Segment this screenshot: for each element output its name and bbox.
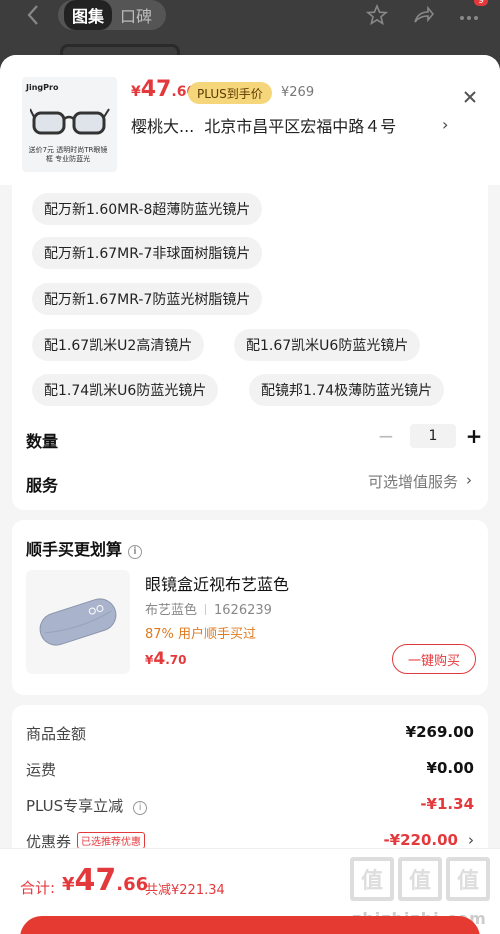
service-arrow-icon[interactable]: › <box>466 471 472 489</box>
addon-name[interactable]: 眼镜盒近视布艺蓝色 <box>145 571 289 595</box>
more-icon[interactable]: 9 <box>456 0 488 28</box>
plus-discount-label: PLUS专享立减 <box>26 797 124 815</box>
tab-segment: 图集 口碑 <box>58 0 167 30</box>
sheet-header: JingPro 送价7元 透明时尚TR眼镜框 专业防蓝光 ¥47.66 PLUS… <box>0 55 500 185</box>
lens-option[interactable]: 配万新1.60MR-8超薄防蓝光镜片 <box>32 193 263 225</box>
addon-title: 顺手买更划算 i <box>26 536 143 560</box>
back-icon[interactable] <box>20 2 46 28</box>
notification-badge: 9 <box>474 0 488 6</box>
quantity-label: 数量 <box>26 432 59 451</box>
current-price: ¥47.66 <box>131 77 196 102</box>
addon-spec-text: 布艺蓝色 <box>145 603 198 618</box>
watermark-glyph: 值 <box>398 857 442 901</box>
lens-option[interactable]: 配1.67凯米U2高清镜片 <box>32 329 205 361</box>
summary-row: 运费 ¥0.00 <box>26 759 474 783</box>
thumb-brand: JingPro <box>26 83 59 92</box>
info-icon[interactable]: i <box>133 800 148 815</box>
addon-title-text: 顺手买更划算 <box>26 540 123 559</box>
share-icon[interactable] <box>410 2 436 28</box>
total-label: 合计: <box>20 879 56 897</box>
lens-option[interactable]: 配1.67凯米U6防蓝光镜片 <box>234 329 421 361</box>
lens-option[interactable]: 配镜邦1.74极薄防蓝光镜片 <box>249 374 445 406</box>
summary-value: ¥269.00 <box>405 723 474 741</box>
close-icon[interactable] <box>458 85 482 109</box>
top-actions: 9 <box>364 0 488 28</box>
lens-option[interactable]: 配1.74凯米U6防蓝光镜片 <box>32 374 219 406</box>
glasses-icon <box>30 108 110 135</box>
address-arrow-icon[interactable]: › <box>442 115 448 134</box>
divider <box>205 604 207 615</box>
plus-price-badge: PLUS到手价 <box>188 82 272 104</box>
price-symbol: ¥ <box>131 84 141 100</box>
addon-sku: 1626239 <box>214 603 272 618</box>
watermark-glyph: 值 <box>446 857 490 901</box>
total-saving: 共减¥221.34 <box>145 883 225 898</box>
tab-gallery[interactable]: 图集 <box>64 0 113 30</box>
glasses-case-image <box>26 570 130 674</box>
star-icon[interactable] <box>364 2 390 28</box>
summary-value: -¥220.00 <box>383 831 458 849</box>
lens-option[interactable]: 配万新1.67MR-7非球面树脂镜片 <box>32 237 263 269</box>
plus-icon[interactable]: + <box>464 424 484 448</box>
coupon-arrow-icon[interactable]: › <box>468 831 474 849</box>
one-click-buy-button[interactable]: 一键购买 <box>392 644 476 674</box>
addon-price-integer: 4 <box>153 649 166 669</box>
summary-label: 运费 <box>26 761 57 779</box>
addon-price: ¥4.70 <box>145 649 186 669</box>
addon-card: 顺手买更划算 i 眼镜盒近视布艺蓝色 布艺蓝色 1626239 87% 用户顺手买过… <box>12 520 488 695</box>
minus-icon[interactable]: − <box>376 424 396 448</box>
summary-label: 商品金额 <box>26 725 87 743</box>
total-price: ¥47.66 <box>62 863 148 898</box>
total-integer: 47 <box>74 863 117 898</box>
thumb-tagline: 送价7元 透明时尚TR眼镜框 专业防蓝光 <box>28 146 108 163</box>
service-label: 服务 <box>26 476 59 495</box>
service-value[interactable]: 可选增值服务 <box>368 471 458 492</box>
addon-spec: 布艺蓝色 1626239 <box>145 599 272 618</box>
watermark-logo: 值 值 值 <box>350 857 490 901</box>
addon-price-decimal: .70 <box>165 653 187 667</box>
delivery-address[interactable]: 樱桃大... 北京市昌平区宏福中路４号 <box>131 113 396 137</box>
purchase-sheet: JingPro 送价7元 透明时尚TR眼镜框 专业防蓝光 ¥47.66 PLUS… <box>0 55 500 934</box>
options-card: 配万新1.60MR-8超薄防蓝光镜片 配万新1.67MR-7非球面树脂镜片 配万… <box>12 185 488 510</box>
tab-reviews[interactable]: 口碑 <box>112 0 160 30</box>
coupon-tag: 已选推荐优惠 <box>77 832 146 849</box>
addon-bought-rate: 87% 用户顺手买过 <box>145 627 257 642</box>
submit-order-button[interactable] <box>20 916 480 934</box>
info-icon[interactable]: i <box>128 544 143 559</box>
summary-row: PLUS专享立减 i -¥1.34 <box>26 795 474 819</box>
top-nav: 图集 口碑 9 <box>0 0 500 30</box>
original-price: ¥269 <box>281 85 315 100</box>
total-symbol: ¥ <box>62 874 75 895</box>
summary-label: PLUS专享立减 i <box>26 795 148 816</box>
summary-value: -¥1.34 <box>420 795 474 813</box>
total-decimal: .66 <box>116 874 149 895</box>
recipient-name: 樱桃大... <box>131 117 195 136</box>
watermark-glyph: 值 <box>350 857 394 901</box>
summary-value: ¥0.00 <box>426 759 474 777</box>
lens-option[interactable]: 配万新1.67MR-7防蓝光树脂镜片 <box>32 283 263 315</box>
product-thumbnail: JingPro 送价7元 透明时尚TR眼镜框 专业防蓝光 <box>22 77 117 172</box>
address-text: 北京市昌平区宏福中路４号 <box>204 117 397 136</box>
quantity-stepper: − 1 + <box>376 424 484 448</box>
summary-row: 商品金额 ¥269.00 <box>26 723 474 747</box>
price-integer: 47 <box>140 77 172 102</box>
quantity-input[interactable]: 1 <box>410 424 456 448</box>
